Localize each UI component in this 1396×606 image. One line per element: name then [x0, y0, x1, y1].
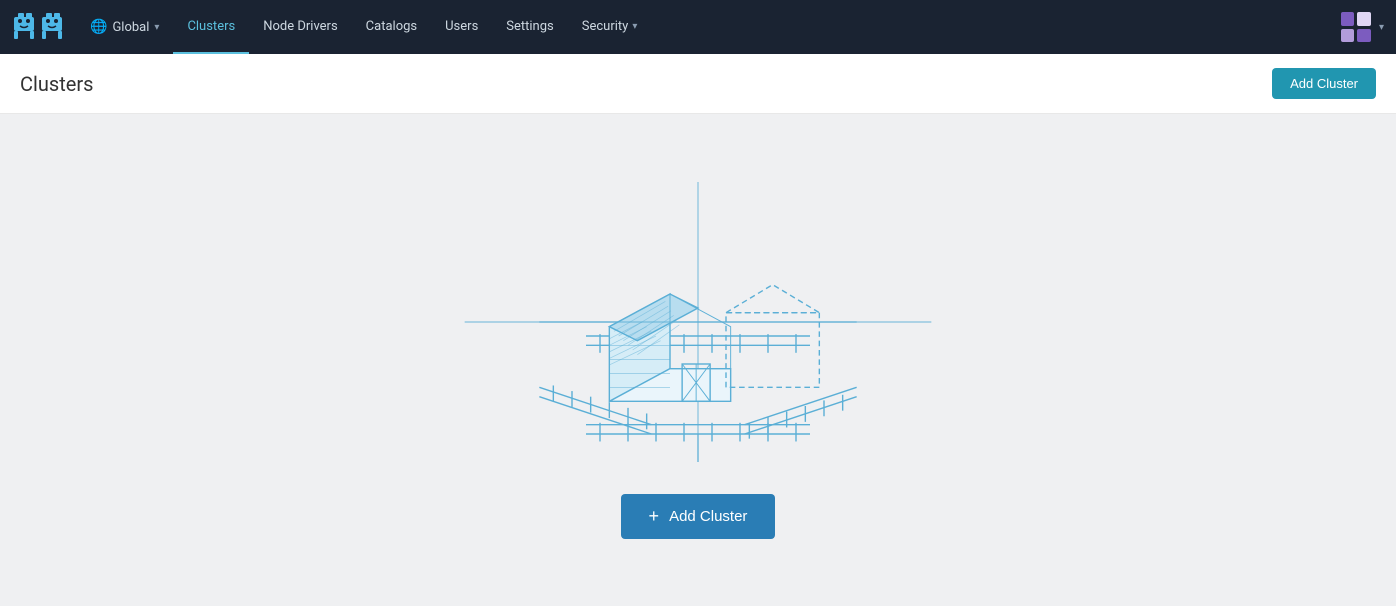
plus-icon: + [649, 506, 660, 527]
empty-state: + Add Cluster [0, 114, 1396, 606]
nav-item-clusters[interactable]: Clusters [173, 0, 249, 54]
grid-cell-1 [1341, 12, 1355, 26]
grid-cell-3 [1341, 29, 1355, 43]
add-cluster-button[interactable]: Add Cluster [1272, 68, 1376, 99]
navbar: 🌐 Global ▾ Clusters Node Drivers Catalog… [0, 0, 1396, 54]
nav-item-catalogs[interactable]: Catalogs [352, 0, 431, 54]
nav-items: Clusters Node Drivers Catalogs Users Set… [173, 0, 1335, 54]
nav-item-node-drivers[interactable]: Node Drivers [249, 0, 351, 54]
navbar-right: ▾ [1335, 6, 1384, 48]
global-selector[interactable]: 🌐 Global ▾ [80, 13, 169, 41]
app-switcher-button[interactable] [1335, 6, 1377, 48]
page-header: Clusters Add Cluster [0, 54, 1396, 114]
add-cluster-center-label: Add Cluster [669, 508, 747, 525]
app-switcher-chevron-icon: ▾ [1379, 22, 1384, 33]
cluster-illustration [458, 182, 938, 462]
grid-cell-2 [1357, 12, 1371, 26]
nav-item-users[interactable]: Users [431, 0, 492, 54]
globe-icon: 🌐 [90, 19, 107, 35]
nav-item-security[interactable]: Security ▾ [568, 0, 652, 54]
security-chevron-icon: ▾ [632, 21, 637, 32]
nav-item-settings[interactable]: Settings [492, 0, 567, 54]
global-label: Global [112, 20, 149, 35]
app-logo[interactable] [12, 9, 64, 45]
grid-cell-4 [1357, 29, 1371, 43]
page-title: Clusters [20, 72, 93, 96]
chevron-down-icon: ▾ [154, 22, 159, 33]
add-cluster-center-button[interactable]: + Add Cluster [621, 494, 776, 539]
